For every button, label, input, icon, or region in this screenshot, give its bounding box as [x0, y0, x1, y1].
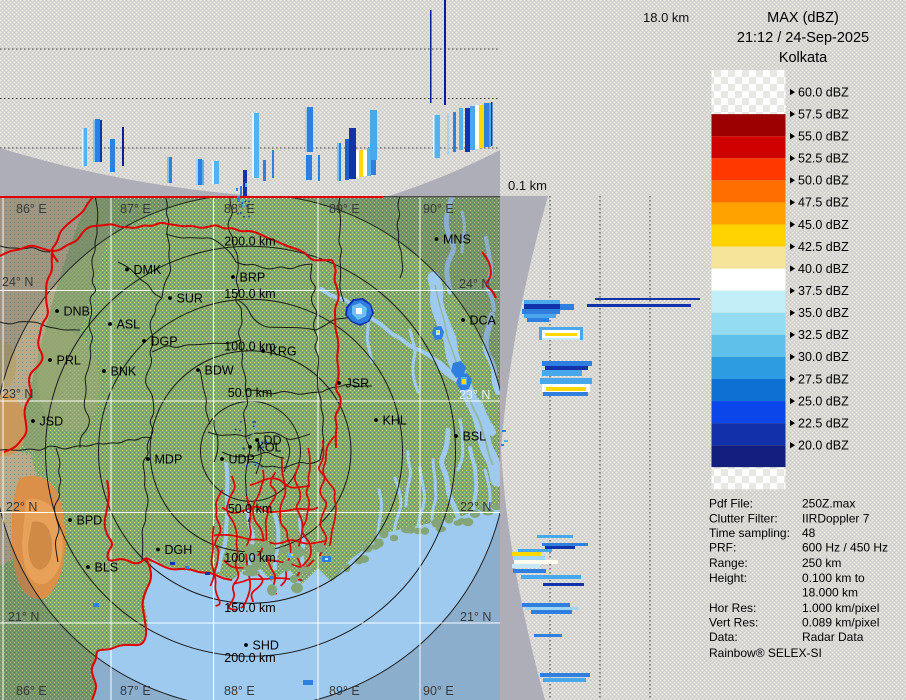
svg-text:DGP: DGP [151, 335, 178, 349]
svg-text:BPD: BPD [77, 514, 103, 528]
svg-text:50.0 km: 50.0 km [228, 502, 272, 516]
svg-text:DNB: DNB [64, 305, 90, 319]
svg-text:88° E: 88° E [224, 684, 255, 698]
svg-text:0.089 km/pixel: 0.089 km/pixel [802, 616, 879, 630]
svg-text:90° E: 90° E [423, 684, 454, 698]
svg-text:UDP: UDP [229, 453, 255, 467]
svg-text:18.000 km: 18.000 km [802, 586, 858, 600]
svg-text:32.5 dBZ: 32.5 dBZ [798, 328, 849, 342]
svg-text:87° E: 87° E [120, 684, 151, 698]
svg-text:57.5 dBZ: 57.5 dBZ [798, 107, 849, 121]
svg-text:47.5 dBZ: 47.5 dBZ [798, 196, 849, 210]
svg-text:52.5 dBZ: 52.5 dBZ [798, 152, 849, 166]
svg-text:MNS: MNS [443, 233, 471, 247]
svg-text:BRP: BRP [240, 271, 266, 285]
svg-text:23° N: 23° N [2, 387, 33, 401]
svg-text:0.1 km: 0.1 km [508, 178, 547, 193]
svg-text:600 Hz / 450 Hz: 600 Hz / 450 Hz [802, 541, 888, 555]
svg-text:88° E: 88° E [224, 202, 255, 216]
svg-text:BSL: BSL [463, 430, 487, 444]
svg-text:24° N: 24° N [2, 275, 33, 289]
svg-text:200.0 km: 200.0 km [224, 235, 275, 249]
svg-text:250Z.max: 250Z.max [802, 497, 855, 511]
svg-text:BNK: BNK [111, 365, 137, 379]
svg-text:27.5 dBZ: 27.5 dBZ [798, 372, 849, 386]
svg-text:Vert Res:: Vert Res: [709, 616, 758, 630]
svg-text:MDP: MDP [155, 453, 183, 467]
svg-text:37.5 dBZ: 37.5 dBZ [798, 284, 849, 298]
svg-text:Time sampling:: Time sampling: [709, 526, 790, 540]
svg-text:IIRDoppler 7: IIRDoppler 7 [802, 511, 870, 525]
svg-text:250 km: 250 km [802, 556, 841, 570]
svg-text:Clutter Filter:: Clutter Filter: [709, 511, 778, 525]
svg-text:89° E: 89° E [329, 202, 360, 216]
svg-text:Kolkata: Kolkata [779, 50, 828, 66]
svg-text:200.0 km: 200.0 km [224, 651, 275, 665]
svg-text:100.0 km: 100.0 km [224, 340, 275, 354]
svg-text:Pdf File:: Pdf File: [709, 497, 753, 511]
svg-text:86° E: 86° E [16, 202, 47, 216]
svg-text:20.0 dBZ: 20.0 dBZ [798, 439, 849, 453]
svg-text:48: 48 [802, 526, 816, 540]
svg-text:40.0 dBZ: 40.0 dBZ [798, 262, 849, 276]
svg-text:150.0 km: 150.0 km [224, 601, 275, 615]
svg-text:18.0 km: 18.0 km [643, 10, 689, 25]
svg-text:Hor Res:: Hor Res: [709, 601, 756, 615]
svg-text:35.0 dBZ: 35.0 dBZ [798, 306, 849, 320]
svg-text:100.0 km: 100.0 km [224, 551, 275, 565]
svg-text:23° N: 23° N [459, 388, 490, 402]
svg-text:30.0 dBZ: 30.0 dBZ [798, 350, 849, 364]
svg-text:21° N: 21° N [8, 610, 39, 624]
svg-text:45.0 dBZ: 45.0 dBZ [798, 218, 849, 232]
svg-text:SUR: SUR [177, 292, 203, 306]
svg-text:60.0 dBZ: 60.0 dBZ [798, 85, 849, 99]
svg-text:50.0 km: 50.0 km [228, 386, 272, 400]
svg-text:25.0 dBZ: 25.0 dBZ [798, 394, 849, 408]
svg-text:89° E: 89° E [329, 684, 360, 698]
svg-text:87° E: 87° E [120, 202, 151, 216]
svg-text:22° N: 22° N [460, 500, 491, 514]
svg-text:Range:: Range: [709, 556, 748, 570]
svg-text:KOL: KOL [257, 441, 282, 455]
svg-text:21:12 / 24-Sep-2025: 21:12 / 24-Sep-2025 [737, 30, 869, 46]
svg-text:BDW: BDW [205, 364, 234, 378]
svg-text:ASL: ASL [117, 318, 141, 332]
svg-text:0.100 km to: 0.100 km to [802, 571, 865, 585]
svg-text:MAX (dBZ): MAX (dBZ) [767, 10, 839, 26]
svg-text:42.5 dBZ: 42.5 dBZ [798, 240, 849, 254]
svg-text:21° N: 21° N [460, 610, 491, 624]
svg-text:150.0 km: 150.0 km [224, 287, 275, 301]
svg-text:KHL: KHL [383, 414, 407, 428]
svg-text:Radar Data: Radar Data [802, 630, 864, 644]
svg-text:Rainbow® SELEX-SI: Rainbow® SELEX-SI [709, 646, 822, 660]
svg-text:PRF:: PRF: [709, 541, 736, 555]
svg-text:22° N: 22° N [6, 500, 37, 514]
svg-text:90° E: 90° E [423, 202, 454, 216]
svg-text:86° E: 86° E [16, 684, 47, 698]
svg-text:JSR: JSR [346, 377, 370, 391]
svg-text:JSD: JSD [40, 415, 64, 429]
svg-text:Height:: Height: [709, 571, 747, 585]
svg-text:1.000 km/pixel: 1.000 km/pixel [802, 601, 879, 615]
svg-text:BLS: BLS [95, 561, 119, 575]
svg-text:50.0 dBZ: 50.0 dBZ [798, 174, 849, 188]
svg-text:24° N: 24° N [459, 277, 490, 291]
svg-text:DMK: DMK [134, 263, 162, 277]
svg-text:PRL: PRL [57, 354, 81, 368]
svg-text:Data:: Data: [709, 630, 738, 644]
svg-text:22.5 dBZ: 22.5 dBZ [798, 416, 849, 430]
svg-text:DCA: DCA [470, 314, 497, 328]
svg-text:55.0 dBZ: 55.0 dBZ [798, 130, 849, 144]
svg-text:DGH: DGH [165, 543, 193, 557]
